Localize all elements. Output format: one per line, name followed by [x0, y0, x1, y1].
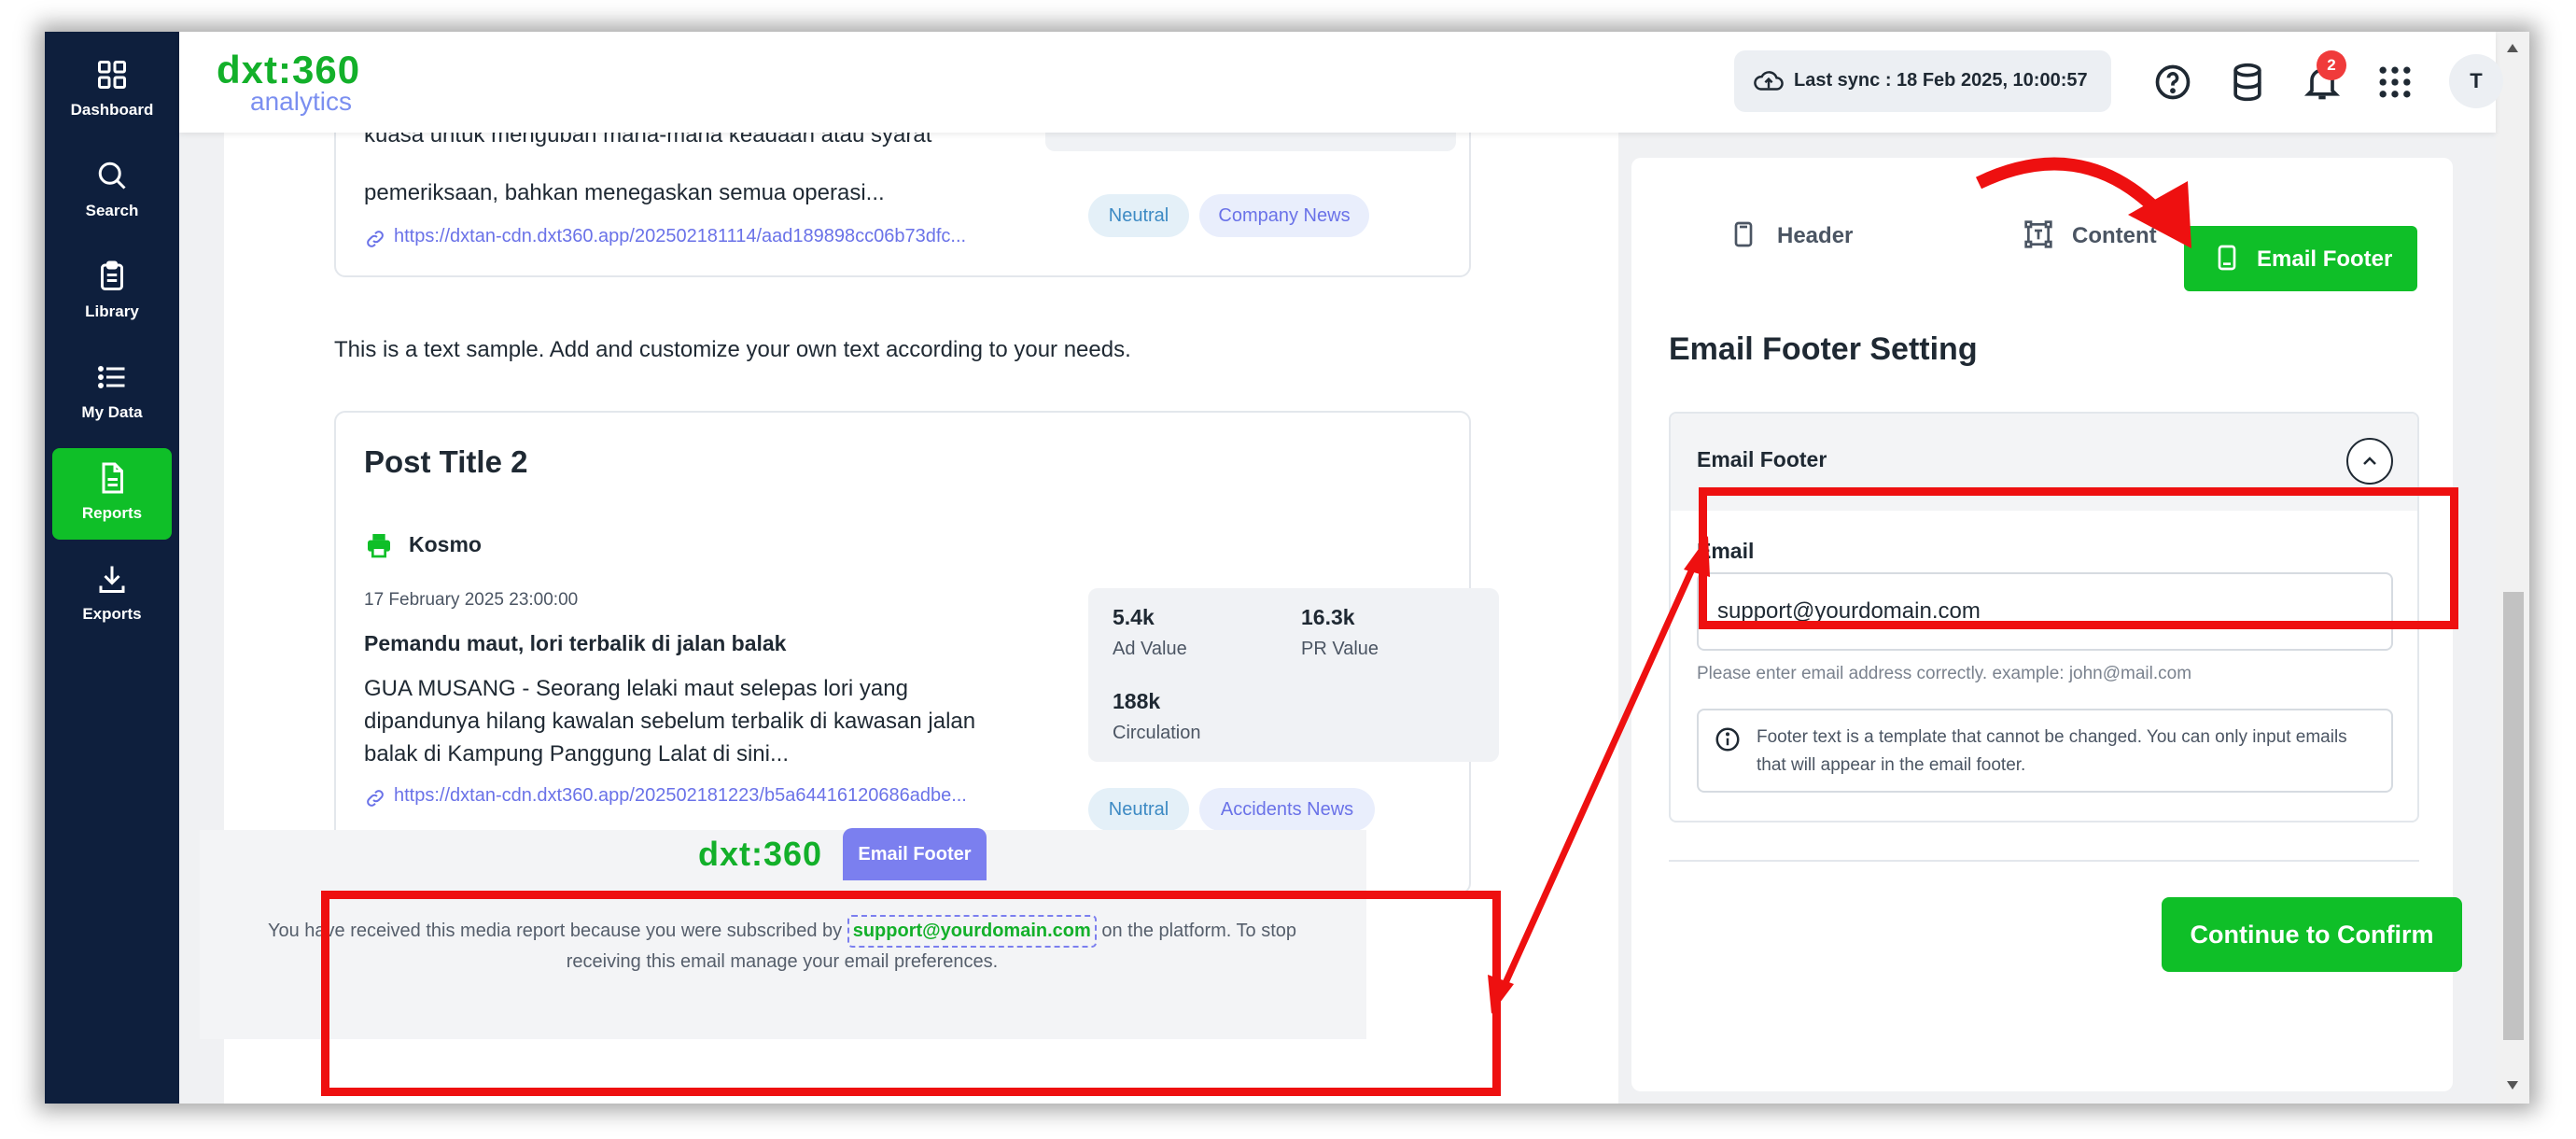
- post-link-text: https://dxtan-cdn.dxt360.app/20250218122…: [394, 785, 967, 806]
- apps-menu-button[interactable]: [2374, 62, 2415, 103]
- panel-title: Email Footer Setting: [1669, 331, 1978, 367]
- category-tag: Company News: [1199, 194, 1369, 237]
- tab-label: Content: [2072, 223, 2157, 248]
- post-excerpt: GUA MUSANG - Seorang lelaki maut selepas…: [364, 676, 976, 766]
- sidebar-item-dashboard[interactable]: Dashboard: [52, 45, 172, 136]
- page-icon: [2218, 245, 2236, 271]
- post-date: 17 February 2025 23:00:00: [364, 590, 579, 610]
- chevron-up-icon: [2363, 457, 2376, 465]
- list-icon: [98, 366, 125, 388]
- post-headline: Pemandu maut, lori terbalik di jalan bal…: [364, 631, 787, 655]
- printer-icon: [368, 534, 390, 558]
- ad-value: 5.4k: [1113, 605, 1155, 629]
- last-sync-text: Last sync : 18 Feb 2025, 10:00:57: [1794, 70, 2088, 91]
- avatar[interactable]: T: [2449, 54, 2503, 108]
- email-help-text: Please enter email address correctly. ex…: [1697, 664, 2192, 683]
- post-stats-partial: [1045, 133, 1456, 151]
- top-bar: dxt:360 analytics Last sync : 18 Feb 202…: [179, 32, 2503, 133]
- database-button[interactable]: [2227, 62, 2268, 103]
- last-sync-indicator: Last sync : 18 Feb 2025, 10:00:57: [1734, 50, 2111, 112]
- sidebar-item-label: Reports: [81, 504, 143, 522]
- sentiment-tag: Neutral: [1088, 194, 1189, 237]
- sidebar-item-label: Exports: [82, 605, 142, 623]
- post-link-text: https://dxtan-cdn.dxt360.app/20250218111…: [394, 226, 967, 246]
- database-icon: [2233, 63, 2261, 102]
- sidebar-item-reports[interactable]: Reports: [52, 448, 172, 540]
- scroll-thumb[interactable]: [2503, 592, 2524, 1040]
- logo-brand: dxt:360: [217, 48, 361, 91]
- tab-label: Email Footer: [2257, 246, 2393, 272]
- document-icon: [102, 462, 123, 494]
- footer-logo: dxt:360: [698, 835, 823, 873]
- help-icon: [2155, 64, 2191, 100]
- info-icon: [1715, 727, 1740, 752]
- tab-label: Header: [1777, 223, 1854, 248]
- accordion-toggle[interactable]: [2346, 438, 2393, 485]
- link-icon: [367, 231, 384, 247]
- post-excerpt: kuasa untuk mengubah mana-mana keadaan a…: [364, 133, 932, 148]
- sample-text: This is a text sample. Add and customize…: [334, 337, 1131, 362]
- sidebar-item-label: Search: [85, 202, 139, 219]
- download-icon: [99, 566, 125, 593]
- logo-subtitle: analytics: [250, 87, 352, 116]
- cloud-sync-icon: [1754, 71, 1784, 91]
- circulation-value: 188k: [1113, 689, 1161, 713]
- search-icon: [98, 162, 126, 190]
- accordion-title: Email Footer: [1697, 447, 1827, 471]
- email-field-highlight: [1699, 487, 2458, 629]
- continue-to-confirm-button[interactable]: Continue to Confirm: [2162, 897, 2462, 972]
- pr-value: 16.3k: [1301, 605, 1355, 629]
- footer-preview-highlight: [321, 891, 1501, 1096]
- pr-value-label: PR Value: [1301, 639, 1379, 659]
- page-icon: [1734, 221, 1753, 247]
- sidebar: Dashboard Search Library My Data Reports…: [45, 32, 179, 1104]
- email-footer-tag: Email Footer: [843, 828, 987, 880]
- grid-icon: [98, 61, 126, 89]
- tab-content[interactable]: Content: [2023, 203, 2191, 268]
- scroll-up-icon[interactable]: [2503, 39, 2522, 58]
- tab-email-footer[interactable]: Email Footer: [2184, 226, 2417, 291]
- text-frame-icon: [2024, 220, 2052, 248]
- sidebar-item-label: Dashboard: [70, 101, 154, 119]
- sidebar-item-search[interactable]: Search: [52, 146, 172, 237]
- sidebar-item-label: Library: [85, 302, 139, 320]
- post-title: Post Title 2: [364, 444, 528, 479]
- ad-value-label: Ad Value: [1113, 639, 1187, 659]
- sentiment-tag: Neutral: [1088, 788, 1189, 831]
- scroll-down-icon[interactable]: [2503, 1076, 2522, 1094]
- sidebar-item-label: My Data: [81, 403, 143, 421]
- sidebar-item-my-data[interactable]: My Data: [52, 347, 172, 439]
- post-source: Kosmo: [409, 532, 482, 556]
- post-stats: 5.4k Ad Value 16.3k PR Value 188k Circul…: [1088, 588, 1499, 762]
- scrollbar[interactable]: [2496, 32, 2529, 1104]
- circulation-label: Circulation: [1113, 723, 1201, 743]
- info-text: Footer text is a template that cannot be…: [1757, 727, 2347, 775]
- help-button[interactable]: [2152, 62, 2193, 103]
- category-tag: Accidents News: [1199, 788, 1375, 831]
- clipboard-icon: [101, 260, 123, 290]
- sidebar-item-library[interactable]: Library: [52, 246, 172, 338]
- app-window: Dashboard Search Library My Data Reports…: [45, 32, 2529, 1104]
- link-icon: [367, 790, 384, 807]
- apps-grid-icon: [2379, 66, 2411, 98]
- sidebar-item-exports[interactable]: Exports: [52, 549, 172, 640]
- info-box: Footer text is a template that cannot be…: [1697, 709, 2393, 793]
- divider: [1669, 860, 2419, 862]
- post-excerpt: pemeriksaan, bahkan menegaskan semua ope…: [364, 180, 885, 205]
- logo[interactable]: dxt:360 analytics: [217, 48, 403, 116]
- tab-header[interactable]: Header: [1729, 203, 1887, 268]
- notification-badge: 2: [2317, 50, 2346, 80]
